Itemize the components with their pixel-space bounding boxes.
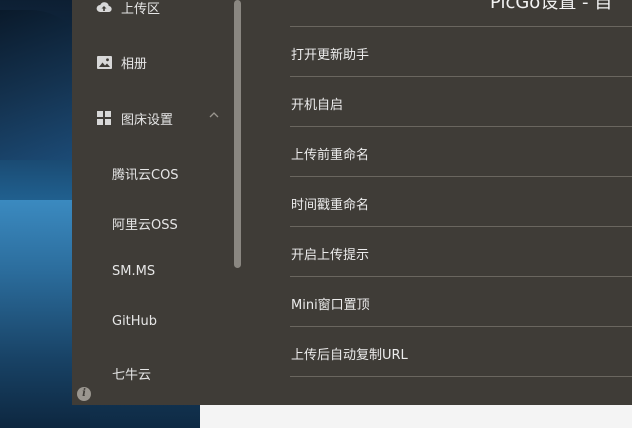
picgo-settings-window: 上传区 相册 图床设置 腾讯云COS 阿里云OSS SM.MS GitHub 七… xyxy=(72,0,632,405)
setting-row-auto-start[interactable]: 开机自启 xyxy=(290,76,632,126)
info-icon[interactable]: i xyxy=(77,387,91,401)
background-window-edge xyxy=(200,405,632,428)
sidebar-item-label: 图床设置 xyxy=(121,112,174,128)
sidebar-subitem-qiniu[interactable]: 七牛云 xyxy=(72,352,232,392)
setting-label: Mini窗口置顶 xyxy=(291,298,370,313)
setting-label: 开启上传提示 xyxy=(291,248,370,263)
setting-row-upload-notification[interactable]: 开启上传提示 xyxy=(290,226,632,276)
settings-list: 打开更新助手 开机自启 上传前重命名 时间戳重命名 开启上传提示 Mini窗口置… xyxy=(290,26,632,377)
sidebar-subitem-tencent-cos[interactable]: 腾讯云COS xyxy=(72,152,232,192)
sidebar: 上传区 相册 图床设置 腾讯云COS 阿里云OSS SM.MS GitHub 七… xyxy=(72,0,242,405)
image-icon xyxy=(96,54,112,70)
setting-label: 上传前重命名 xyxy=(291,148,370,163)
sidebar-item-upload[interactable]: 上传区 xyxy=(72,0,232,27)
sidebar-item-label: 上传区 xyxy=(121,1,161,17)
sidebar-subitem-github[interactable]: GitHub xyxy=(72,302,232,342)
sidebar-scrollbar[interactable] xyxy=(234,0,241,268)
sidebar-subitem-label: 阿里云OSS xyxy=(112,218,178,233)
sidebar-subitem-label: 腾讯云COS xyxy=(112,168,179,183)
cloud-upload-icon xyxy=(96,0,112,15)
setting-label: 时间戳重命名 xyxy=(291,198,370,213)
setting-label: 开机自启 xyxy=(291,98,344,113)
page-title: PicGo设置 - 自 xyxy=(490,0,613,13)
sidebar-item-gallery[interactable]: 相册 xyxy=(72,42,232,82)
setting-row-rename-before-upload[interactable]: 上传前重命名 xyxy=(290,126,632,176)
sidebar-subitem-label: SM.MS xyxy=(112,264,156,279)
setting-label: 打开更新助手 xyxy=(291,48,370,63)
setting-row-mini-window-on-top[interactable]: Mini窗口置顶 xyxy=(290,276,632,326)
setting-row-auto-copy-url[interactable]: 上传后自动复制URL xyxy=(290,326,632,377)
grid-icon xyxy=(96,110,112,126)
setting-row-timestamp-rename[interactable]: 时间戳重命名 xyxy=(290,176,632,226)
sidebar-subitem-label: GitHub xyxy=(112,314,158,329)
sidebar-item-picbed-settings[interactable]: 图床设置 xyxy=(72,98,232,138)
sidebar-subitem-label: 七牛云 xyxy=(112,368,152,383)
sidebar-subitem-smms[interactable]: SM.MS xyxy=(72,252,232,292)
setting-row-update-helper[interactable]: 打开更新助手 xyxy=(290,26,632,76)
chevron-up-icon xyxy=(209,112,219,118)
sidebar-item-label: 相册 xyxy=(121,56,148,72)
sidebar-subitem-aliyun-oss[interactable]: 阿里云OSS xyxy=(72,202,232,242)
setting-label: 上传后自动复制URL xyxy=(291,348,408,363)
